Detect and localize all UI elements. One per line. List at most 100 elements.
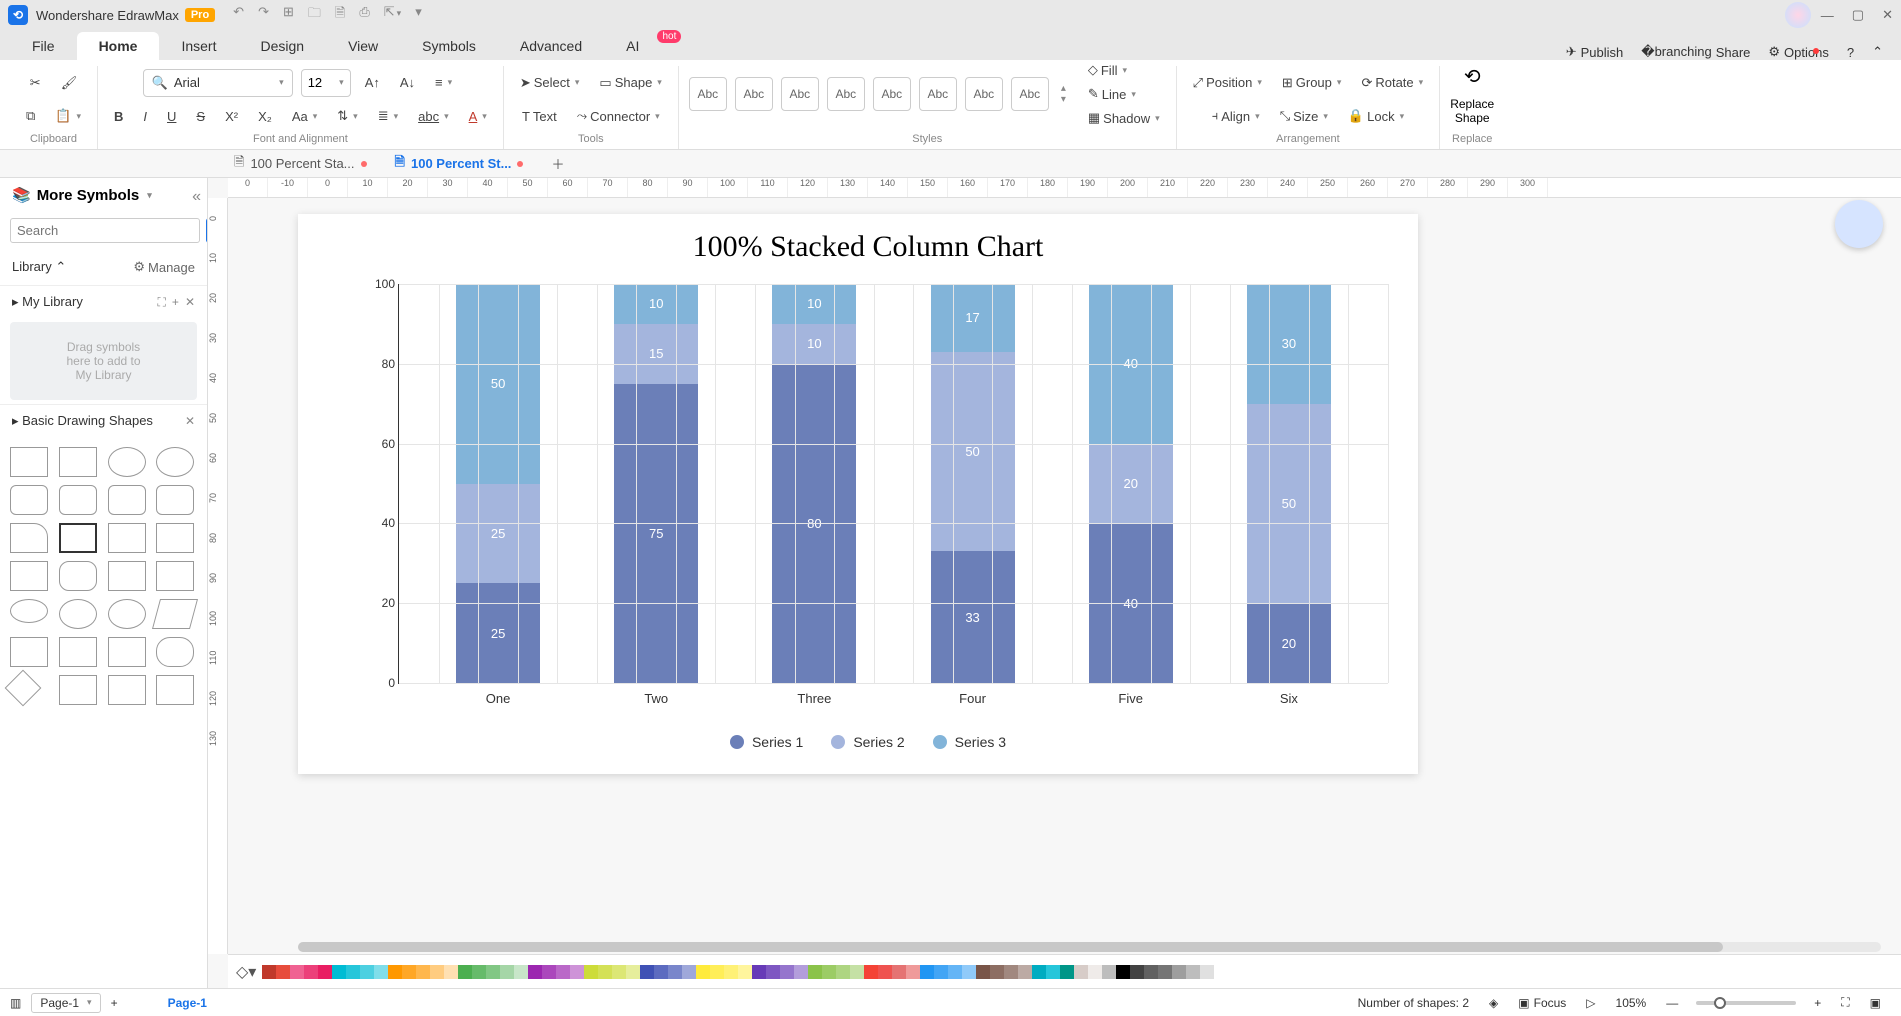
undo-icon[interactable]: ↶ xyxy=(233,4,244,26)
style-swatch[interactable]: Abc xyxy=(873,77,911,111)
replace-shape-icon[interactable]: ⟲ xyxy=(1464,64,1481,89)
shape-thumb[interactable] xyxy=(10,447,48,477)
save-icon[interactable]: 🗎 xyxy=(335,4,345,26)
page-layout-icon[interactable]: ▥ xyxy=(10,996,21,1010)
shape-thumb[interactable] xyxy=(108,599,146,629)
my-library-section[interactable]: ▸ My Library ⛶+✕ xyxy=(0,285,207,318)
color-swatch[interactable] xyxy=(612,965,626,979)
shape-thumb[interactable] xyxy=(108,561,146,591)
qat-more-icon[interactable]: ▾ xyxy=(415,4,422,26)
lib-add-icon[interactable]: + xyxy=(172,295,179,310)
tab-symbols[interactable]: Symbols xyxy=(400,32,498,60)
format-painter-icon[interactable]: 🖌 xyxy=(55,72,84,94)
export-icon[interactable]: ⇱▾ xyxy=(384,4,401,26)
library-drop-zone[interactable]: Drag symbols here to add to My Library xyxy=(10,322,197,400)
color-swatch[interactable] xyxy=(1060,965,1074,979)
bar-column[interactable]: 801010Three xyxy=(772,284,856,683)
color-swatch[interactable] xyxy=(920,965,934,979)
color-swatch[interactable] xyxy=(1088,965,1102,979)
style-swatch[interactable]: Abc xyxy=(781,77,819,111)
floating-assistant-icon[interactable] xyxy=(1835,200,1883,248)
color-swatch[interactable] xyxy=(374,965,388,979)
shadow-button[interactable]: ▦ Shadow▾ xyxy=(1082,107,1166,129)
color-swatch[interactable] xyxy=(696,965,710,979)
options-button[interactable]: ⚙ Options xyxy=(1768,44,1828,60)
strike-icon[interactable]: S xyxy=(190,106,211,127)
open-icon[interactable]: 🗀 xyxy=(308,4,321,26)
play-icon[interactable]: ▷ xyxy=(1586,996,1595,1010)
copy-icon[interactable]: ⧉ xyxy=(20,105,41,127)
color-swatch[interactable] xyxy=(1158,965,1172,979)
user-avatar[interactable] xyxy=(1785,2,1811,28)
zoom-in-icon[interactable]: + xyxy=(1814,996,1821,1010)
shape-thumb[interactable] xyxy=(10,561,48,591)
color-swatch[interactable] xyxy=(850,965,864,979)
increase-font-icon[interactable]: A↑ xyxy=(359,72,386,93)
color-swatch[interactable] xyxy=(724,965,738,979)
tab-view[interactable]: View xyxy=(326,32,400,60)
group-button[interactable]: ⊞ Group▾ xyxy=(1276,72,1348,94)
shape-thumb[interactable] xyxy=(59,637,97,667)
zoom-out-icon[interactable]: — xyxy=(1666,996,1678,1010)
color-swatch[interactable] xyxy=(416,965,430,979)
italic-icon[interactable]: I xyxy=(137,106,153,127)
style-swatch[interactable]: Abc xyxy=(689,77,727,111)
fit-page-icon[interactable]: ⛶ xyxy=(1841,995,1849,1010)
color-swatch[interactable] xyxy=(584,965,598,979)
collapse-ribbon-icon[interactable]: ⌃ xyxy=(1872,44,1883,60)
color-swatch[interactable] xyxy=(458,965,472,979)
help-icon[interactable]: ? xyxy=(1847,45,1854,60)
superscript-icon[interactable]: X² xyxy=(219,106,244,127)
font-size-select[interactable]: 12▾ xyxy=(301,69,351,97)
color-swatch[interactable] xyxy=(640,965,654,979)
shape-thumb[interactable] xyxy=(156,485,194,515)
color-swatch[interactable] xyxy=(1004,965,1018,979)
shape-thumb[interactable] xyxy=(10,485,48,515)
color-swatch[interactable] xyxy=(290,965,304,979)
color-swatch[interactable] xyxy=(598,965,612,979)
fullscreen-icon[interactable]: ▣ xyxy=(1870,996,1881,1010)
color-swatch[interactable] xyxy=(962,965,976,979)
shape-thumb[interactable] xyxy=(10,637,48,667)
color-swatch[interactable] xyxy=(304,965,318,979)
color-swatch[interactable] xyxy=(556,965,570,979)
doc-tab-2[interactable]: 🗎 100 Percent St... xyxy=(381,149,538,179)
color-swatch[interactable] xyxy=(682,965,696,979)
tab-design[interactable]: Design xyxy=(238,32,326,60)
tab-advanced[interactable]: Advanced xyxy=(498,32,604,60)
styles-more-icon[interactable]: ▴▾ xyxy=(1061,83,1066,105)
color-swatch[interactable] xyxy=(1116,965,1130,979)
close-icon[interactable]: ✕ xyxy=(1882,7,1893,23)
color-swatch[interactable] xyxy=(542,965,556,979)
color-swatch[interactable] xyxy=(528,965,542,979)
color-swatch[interactable] xyxy=(262,965,276,979)
horizontal-scrollbar[interactable] xyxy=(298,942,1881,952)
new-icon[interactable]: ⊞ xyxy=(283,4,294,26)
shape-thumb[interactable] xyxy=(59,599,97,629)
select-tool[interactable]: ➤ Select▾ xyxy=(514,72,586,94)
style-swatch[interactable]: Abc xyxy=(1011,77,1049,111)
shape-thumb[interactable] xyxy=(156,675,194,705)
color-swatch[interactable] xyxy=(752,965,766,979)
position-button[interactable]: ⤢ Position▾ xyxy=(1187,72,1268,94)
color-swatch[interactable] xyxy=(444,965,458,979)
color-swatch[interactable] xyxy=(1172,965,1186,979)
layers-icon[interactable]: ◈ xyxy=(1489,996,1498,1010)
redo-icon[interactable]: ↷ xyxy=(258,4,269,26)
fill-button[interactable]: ◇ Fill▾ xyxy=(1082,59,1166,81)
color-swatch[interactable] xyxy=(1144,965,1158,979)
shape-thumb[interactable] xyxy=(10,599,48,623)
lock-button[interactable]: 🔒 Lock▾ xyxy=(1342,105,1410,127)
color-swatch[interactable] xyxy=(1018,965,1032,979)
color-swatch[interactable] xyxy=(1200,965,1214,979)
bar-column[interactable]: 402040Five xyxy=(1089,284,1173,683)
shape-thumb[interactable] xyxy=(156,447,194,477)
page[interactable]: 100% Stacked Column Chart 252550One75151… xyxy=(298,214,1418,774)
color-swatch[interactable] xyxy=(794,965,808,979)
shape-thumb[interactable] xyxy=(108,447,146,477)
color-swatch[interactable] xyxy=(318,965,332,979)
lib-close-icon[interactable]: ✕ xyxy=(185,295,195,310)
color-swatch[interactable] xyxy=(822,965,836,979)
decrease-font-icon[interactable]: A↓ xyxy=(394,72,421,93)
color-swatch[interactable] xyxy=(402,965,416,979)
